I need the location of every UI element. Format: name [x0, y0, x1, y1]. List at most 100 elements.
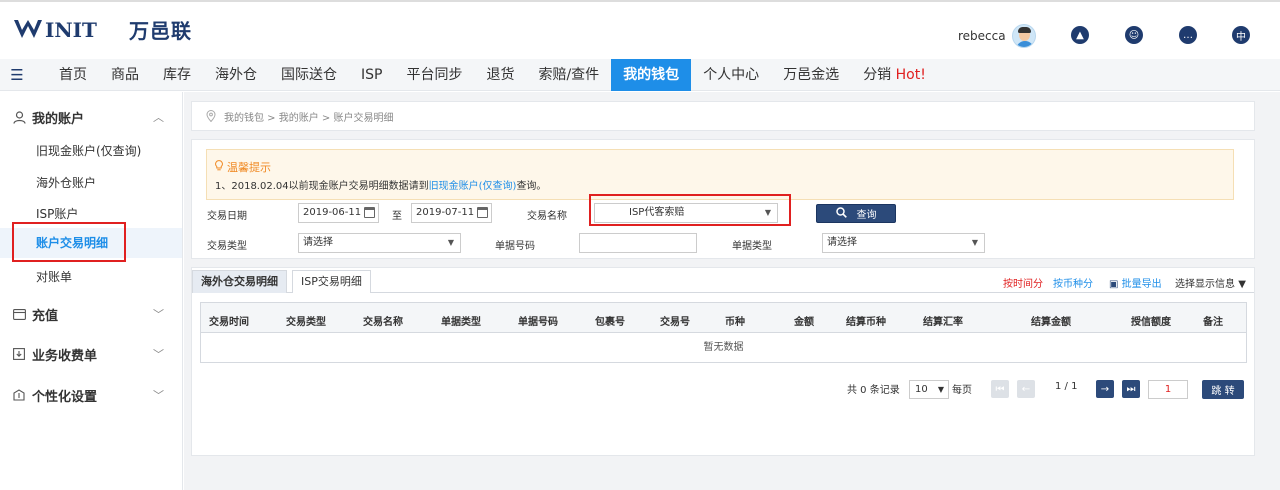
tip-title: 温馨提示 [215, 159, 271, 175]
logo[interactable]: INIT 万邑联 [12, 14, 192, 44]
tip-text-suffix: 查询。 [516, 181, 547, 192]
lightbulb-icon [215, 160, 223, 174]
sidebar-item-old-cash-account[interactable]: 旧现金账户(仅查询) [36, 142, 141, 159]
avatar[interactable] [1011, 24, 1036, 48]
column-header: 交易时间 [209, 317, 249, 328]
results-tabs: 海外仓交易明细 ISP交易明细 按时间分 按币种分 ▣ 批量导出 选择显示信息 … [192, 268, 1254, 293]
doc-type-value: 请选择 [827, 237, 857, 248]
group-by-time-link[interactable]: 按时间分 [1003, 275, 1043, 290]
calendar-icon[interactable] [364, 207, 375, 218]
logo-mark: INIT [14, 18, 97, 42]
next-page-icon[interactable]: → [1096, 380, 1114, 398]
date-from-input[interactable]: 2019-06-11 [298, 203, 379, 223]
chevron-up-icon: ︿ [153, 111, 164, 124]
page-info: 1 / 1 [1055, 381, 1078, 392]
date-to-input[interactable]: 2019-07-11 [411, 203, 492, 223]
doc-type-select[interactable]: 请选择 ▼ [822, 233, 985, 253]
per-page-label: 每页 [952, 385, 972, 396]
tip-box: 温馨提示 1、2018.02.04以前现金账户交易明细数据请到旧现金账户(仅查询… [206, 149, 1234, 200]
old-cash-account-link[interactable]: 旧现金账户(仅查询) [429, 181, 517, 192]
highlight-box-trade-name [589, 194, 791, 226]
sidebar-section-fee-bill[interactable]: 业务收费单 ﹀ [12, 344, 172, 364]
sidebar-section-recharge[interactable]: 充值 ﹀ [12, 304, 172, 324]
support-icon[interactable]: ☺ [1125, 26, 1143, 44]
nav-distribution-label: 分销 [863, 67, 892, 83]
results-panel: 海外仓交易明细 ISP交易明细 按时间分 按币种分 ▣ 批量导出 选择显示信息 … [191, 267, 1255, 456]
date-from-value: 2019-06-11 [303, 207, 362, 218]
column-header: 交易名称 [363, 317, 403, 328]
nav-isp[interactable]: ISP [349, 59, 394, 91]
trade-date-label: 交易日期 [207, 211, 247, 222]
column-header: 授信额度 [1131, 317, 1171, 328]
language-icon[interactable]: 中 [1232, 26, 1250, 44]
column-header: 结算币种 [846, 317, 886, 328]
sidebar-section-label: 充值 [32, 308, 59, 324]
choose-display-label: 选择显示信息 [1175, 279, 1235, 290]
tab-isp-details[interactable]: ISP交易明细 [292, 270, 371, 293]
sidebar-section-label: 业务收费单 [32, 348, 98, 364]
sidebar-section-my-account[interactable]: 我的账户 ︿ [12, 107, 172, 127]
nav-my-wallet[interactable]: 我的钱包 [611, 59, 692, 91]
last-page-icon[interactable]: ⏭ [1122, 380, 1140, 398]
header: INIT 万邑联 rebecca ▲ ☺ … 中 [0, 2, 1280, 59]
empty-state: 暂无数据 [703, 342, 744, 353]
menu-toggle-icon[interactable]: ☰ [0, 59, 34, 91]
upload-icon[interactable]: ▲ [1071, 26, 1089, 44]
query-button-label: 查询 [856, 210, 877, 221]
column-header: 单据号码 [518, 317, 558, 328]
choose-display-dropdown[interactable]: 选择显示信息 ▼ [1175, 275, 1246, 290]
column-header: 备注 [1203, 317, 1223, 328]
caret-down-icon: ▼ [937, 385, 944, 394]
hot-badge: Hot! [895, 67, 926, 83]
sidebar-section-label: 我的账户 [32, 111, 85, 127]
trade-name-label: 交易名称 [527, 211, 567, 222]
highlight-box-sidebar [12, 222, 126, 262]
nav-international-delivery[interactable]: 国际送仓 [269, 59, 349, 91]
chevron-down-icon: ﹀ [153, 348, 164, 361]
calendar-icon[interactable] [477, 207, 488, 218]
user-name: rebecca [958, 29, 1006, 43]
batch-export-button[interactable]: ▣ 批量导出 [1109, 275, 1162, 290]
column-header: 交易号 [660, 317, 690, 328]
nav-inventory[interactable]: 库存 [151, 59, 203, 91]
logo-text: INIT [45, 18, 97, 42]
group-by-currency-link[interactable]: 按币种分 [1053, 275, 1093, 290]
date-to-label: 至 [392, 211, 402, 222]
doc-no-input[interactable] [579, 233, 697, 253]
search-icon [835, 206, 847, 221]
table-header: 交易时间 交易类型 交易名称 单据类型 单据号码 包裹号 交易号 币种 金额 结… [201, 303, 1246, 333]
nav-returns[interactable]: 退货 [474, 59, 526, 91]
tab-overseas-warehouse-details[interactable]: 海外仓交易明细 [192, 270, 287, 293]
sidebar-item-isp-account[interactable]: ISP账户 [36, 205, 78, 222]
column-header: 结算金额 [1031, 317, 1071, 328]
tip-text-prefix: 1、2018.02.04以前现金账户交易明细数据请到 [215, 181, 429, 192]
nav-wanyi-select[interactable]: 万邑金选 [771, 59, 851, 91]
prev-page-icon[interactable]: ← [1017, 380, 1035, 398]
jump-button[interactable]: 跳 转 [1202, 380, 1244, 399]
download-box-icon [12, 347, 26, 361]
nav-distribution[interactable]: 分销 Hot! [851, 59, 938, 91]
nav-claims[interactable]: 索赔/查件 [526, 59, 611, 91]
message-icon[interactable]: … [1179, 26, 1197, 44]
column-header: 包裹号 [595, 317, 625, 328]
card-icon [12, 307, 26, 321]
nav-home[interactable]: 首页 [47, 59, 99, 91]
tip-text: 1、2018.02.04以前现金账户交易明细数据请到旧现金账户(仅查询)查询。 [215, 177, 546, 192]
page-size-value: 10 [915, 384, 928, 395]
trade-type-select[interactable]: 请选择 ▼ [298, 233, 461, 253]
query-button[interactable]: 查询 [816, 204, 896, 223]
first-page-icon[interactable]: ⏮ [991, 380, 1009, 398]
sidebar-item-overseas-warehouse-account[interactable]: 海外仓账户 [36, 174, 96, 191]
sidebar-item-statement[interactable]: 对账单 [36, 268, 72, 285]
main-nav: ☰ 首页 商品 库存 海外仓 国际送仓 ISP 平台同步 退货 索赔/查件 我的… [0, 59, 1280, 91]
tip-title-text: 温馨提示 [227, 161, 271, 174]
nav-products[interactable]: 商品 [99, 59, 151, 91]
nav-platform-sync[interactable]: 平台同步 [394, 59, 474, 91]
user-menu[interactable]: rebecca [958, 24, 1036, 48]
nav-overseas-warehouse[interactable]: 海外仓 [203, 59, 269, 91]
page-size-select[interactable]: 10 ▼ [909, 380, 949, 399]
nav-personal-center[interactable]: 个人中心 [691, 59, 771, 91]
user-icon [12, 110, 26, 124]
page-number-input[interactable]: 1 [1148, 380, 1188, 399]
sidebar-section-personal-settings[interactable]: 个性化设置 ﹀ [12, 385, 172, 405]
